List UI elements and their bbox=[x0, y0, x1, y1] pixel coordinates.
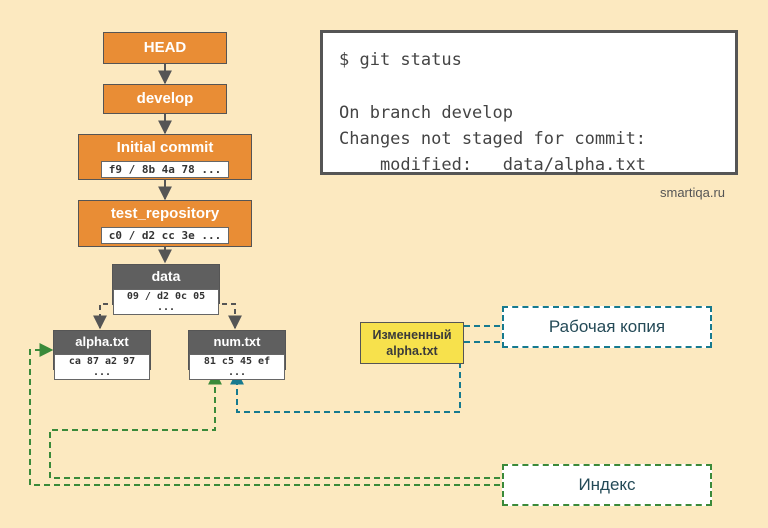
node-data-tree: data 09 / d2 0c 05 ... bbox=[112, 264, 220, 304]
num-blob-hash: 81 c5 45 ef ... bbox=[189, 354, 285, 380]
terminal-line1: $ git status bbox=[339, 47, 719, 73]
label-index: Индекс bbox=[502, 464, 712, 506]
data-tree-hash: 09 / d2 0c 05 ... bbox=[113, 289, 219, 315]
label-working-copy-text: Рабочая копия bbox=[549, 317, 665, 336]
root-tree-label: test_repository bbox=[79, 205, 251, 223]
label-working-copy: Рабочая копия bbox=[502, 306, 712, 348]
attribution: smartiqa.ru bbox=[660, 185, 725, 200]
terminal-line3: Changes not staged for commit: bbox=[339, 126, 719, 152]
num-blob-label: num.txt bbox=[189, 334, 285, 350]
commit-label: Initial commit bbox=[79, 139, 251, 157]
commit-hash: f9 / 8b 4a 78 ... bbox=[101, 161, 230, 178]
root-tree-hash: c0 / d2 cc 3e ... bbox=[101, 227, 230, 244]
terminal-line4: modified: data/alpha.txt bbox=[339, 152, 719, 178]
node-commit: Initial commit f9 / 8b 4a 78 ... bbox=[78, 134, 252, 180]
modified-line2: alpha.txt bbox=[361, 344, 463, 360]
node-branch: develop bbox=[103, 84, 227, 114]
modified-line1: Измененный bbox=[361, 328, 463, 344]
branch-label: develop bbox=[104, 90, 226, 108]
node-num-blob: num.txt 81 c5 45 ef ... bbox=[188, 330, 286, 370]
terminal-output: $ git status On branch develop Changes n… bbox=[320, 30, 738, 175]
alpha-blob-hash: ca 87 a2 97 ... bbox=[54, 354, 150, 380]
alpha-blob-label: alpha.txt bbox=[54, 334, 150, 350]
node-modified-alpha: Измененный alpha.txt bbox=[360, 322, 464, 364]
head-label: HEAD bbox=[104, 39, 226, 57]
data-tree-label: data bbox=[113, 268, 219, 285]
label-index-text: Индекс bbox=[578, 475, 635, 494]
node-alpha-blob: alpha.txt ca 87 a2 97 ... bbox=[53, 330, 151, 370]
terminal-line2: On branch develop bbox=[339, 100, 719, 126]
node-head: HEAD bbox=[103, 32, 227, 64]
node-root-tree: test_repository c0 / d2 cc 3e ... bbox=[78, 200, 252, 247]
